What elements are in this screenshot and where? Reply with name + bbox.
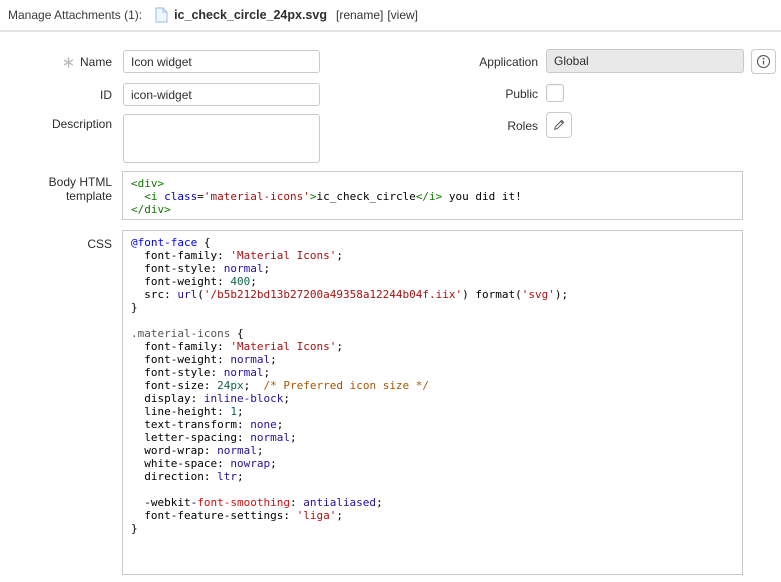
public-label-text: Public (505, 87, 538, 101)
public-checkbox[interactable] (546, 84, 564, 102)
application-info-button[interactable] (751, 49, 776, 74)
name-label: Name (0, 55, 112, 69)
file-icon (155, 7, 168, 23)
body-html-editor[interactable]: <div> <i class='material-icons'>ic_check… (122, 171, 743, 220)
id-label-text: ID (100, 88, 112, 102)
required-asterisk-icon (63, 56, 74, 68)
info-icon (756, 54, 771, 69)
rename-link[interactable]: [rename] (336, 8, 383, 22)
pencil-icon (552, 118, 566, 132)
roles-edit-button[interactable] (546, 112, 572, 138)
name-label-text: Name (79, 55, 112, 69)
manage-attachments-label: Manage Attachments (1): (8, 8, 143, 22)
id-label: ID (0, 88, 112, 102)
body-html-template-label: Body HTML template (0, 175, 112, 203)
attachment-filename[interactable]: ic_check_circle_24px.svg (174, 8, 327, 22)
description-label: Description (0, 117, 112, 131)
description-label-text: Description (51, 117, 112, 131)
application-label: Application (400, 55, 538, 69)
attachment-bar: Manage Attachments (1): ic_check_circle_… (0, 0, 781, 32)
body-html-template-label-text: Body HTML template (48, 175, 112, 203)
id-input[interactable] (123, 83, 320, 106)
css-label-text: CSS (87, 237, 112, 251)
description-textarea[interactable] (123, 114, 320, 163)
roles-label: Roles (400, 119, 538, 133)
roles-label-text: Roles (507, 119, 538, 133)
application-label-text: Application (479, 55, 538, 69)
public-label: Public (400, 87, 538, 101)
application-input (546, 49, 744, 73)
name-input[interactable] (123, 50, 320, 73)
view-link[interactable]: [view] (387, 8, 418, 22)
css-label: CSS (0, 237, 112, 251)
css-editor[interactable]: @font-face { font-family: 'Material Icon… (122, 230, 743, 575)
